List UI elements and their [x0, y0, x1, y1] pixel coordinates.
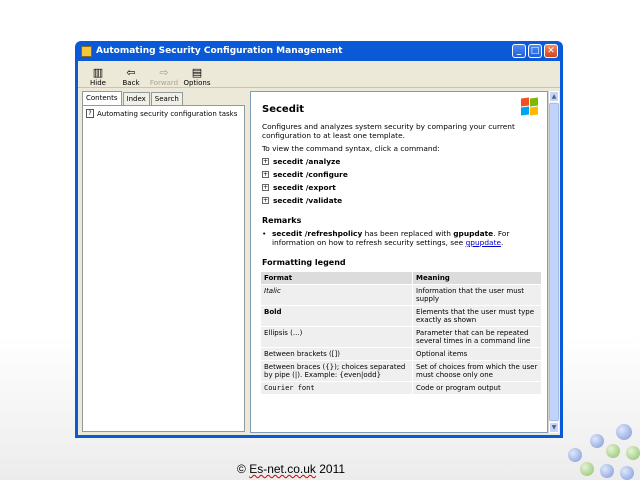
pane-splitter[interactable]: [246, 91, 249, 433]
column-header-meaning: Meaning: [413, 272, 541, 284]
bubble-decoration: [626, 446, 640, 460]
format-cell: Between braces ({}); choices separated b…: [261, 361, 412, 381]
meaning-cell: Information that the user must supply: [413, 285, 541, 305]
minimize-button[interactable]: _: [512, 44, 526, 58]
format-cell: Courier font: [261, 382, 412, 394]
page-title: Secedit: [262, 104, 305, 115]
remark-command: secedit /refreshpolicy: [272, 229, 363, 238]
options-icon: ▤: [191, 66, 203, 79]
hide-label: Hide: [90, 79, 106, 87]
options-label: Options: [183, 79, 211, 87]
decorative-bubbles: [530, 420, 640, 480]
command-label: secedit /configure: [273, 170, 348, 179]
topic-label: Automating security configuration tasks: [97, 109, 238, 118]
command-label: secedit /validate: [273, 196, 343, 205]
meaning-cell: Code or program output: [413, 382, 541, 394]
table-row: Italic Information that the user must sup…: [261, 285, 541, 305]
bubble-decoration: [606, 444, 620, 458]
intro-text: Configures and analyzes system security …: [262, 122, 515, 140]
meaning-cell: Parameter that can be repeated several t…: [413, 327, 541, 347]
command-label: secedit /analyze: [273, 157, 341, 166]
site-name: Es-net.co.uk: [249, 462, 316, 476]
maximize-button[interactable]: □: [528, 44, 542, 58]
hide-button[interactable]: ▥ Hide: [82, 66, 114, 88]
back-button[interactable]: ⇦ Back: [115, 66, 147, 88]
forward-arrow-icon: ⇨: [159, 66, 169, 79]
help-app-icon: [81, 45, 92, 57]
syntax-intro: To view the command syntax, click a comm…: [262, 144, 440, 153]
format-cell: Italic: [261, 285, 412, 305]
meaning-cell: Elements that the user must type exactly…: [413, 306, 541, 326]
expand-icon: +: [262, 197, 269, 204]
title-bar[interactable]: Automating Security Configuration Manage…: [78, 41, 560, 61]
command-validate[interactable]: + secedit /validate: [262, 196, 542, 205]
nav-tabs: Contents Index Search: [82, 91, 245, 105]
options-button[interactable]: ▤ Options: [181, 66, 213, 88]
copyright-year: 2011: [315, 462, 346, 476]
topic-item[interactable]: ? Automating security configuration task…: [86, 109, 237, 118]
window-title: Automating Security Configuration Manage…: [96, 46, 343, 56]
remarks-heading: Remarks: [262, 216, 302, 225]
close-button[interactable]: ✕: [544, 44, 558, 58]
legend-heading: Formatting legend: [262, 258, 346, 267]
bubble-decoration: [620, 466, 634, 480]
window-client: ▥ Hide ⇦ Back ⇨ Forward ▤ Options Conten…: [78, 61, 560, 435]
format-cell: Ellipsis (...): [261, 327, 412, 347]
expand-icon: +: [262, 171, 269, 178]
column-header-format: Format: [261, 272, 412, 284]
format-cell: Bold: [261, 306, 412, 326]
meaning-cell: Optional items: [413, 348, 541, 360]
remark-gpupdate: gpupdate: [453, 229, 494, 238]
scroll-up-icon[interactable]: ▲: [549, 91, 559, 102]
help-window: Automating Security Configuration Manage…: [75, 41, 563, 438]
bubble-decoration: [580, 462, 594, 476]
tab-contents[interactable]: Contents: [82, 91, 122, 105]
navigation-pane: Contents Index Search ? Automating secur…: [82, 91, 245, 433]
remark-item: • secedit /refreshpolicy has been replac…: [262, 229, 542, 247]
bullet-icon: •: [262, 229, 267, 238]
command-label: secedit /export: [273, 183, 336, 192]
tab-index[interactable]: Index: [122, 92, 150, 105]
forward-label: Forward: [149, 79, 179, 87]
scroll-thumb[interactable]: [549, 103, 559, 421]
format-cell: Between brackets ([]): [261, 348, 412, 360]
contents-tree: ? Automating security configuration task…: [82, 105, 245, 432]
command-analyze[interactable]: + secedit /analyze: [262, 157, 542, 166]
meaning-cell: Set of choices from which the user must …: [413, 361, 541, 381]
topic-content: Secedit Configures and analyzes system s…: [250, 91, 548, 433]
formatting-legend-table: Format Meaning Italic Information that th…: [260, 271, 542, 395]
tab-search[interactable]: Search: [150, 92, 183, 105]
bubble-decoration: [568, 448, 582, 462]
bubble-decoration: [590, 434, 604, 448]
command-configure[interactable]: + secedit /configure: [262, 170, 542, 179]
copyright-footer: © Es-net.co.uk 2011: [237, 462, 345, 476]
expand-icon: +: [262, 184, 269, 191]
remark-text: secedit /refreshpolicy has been replaced…: [272, 229, 542, 247]
table-row: Between brackets ([]) Optional items: [261, 348, 541, 360]
vertical-scrollbar[interactable]: ▲ ▼: [548, 91, 559, 433]
back-arrow-icon: ⇦: [126, 66, 136, 79]
table-row: Bold Elements that the user must type exa…: [261, 306, 541, 326]
table-row: Between braces ({}); choices separated b…: [261, 361, 541, 381]
document-body: Secedit Configures and analyzes system s…: [260, 104, 542, 395]
gpupdate-link[interactable]: gpupdate: [466, 238, 501, 247]
remark-mid: has been replaced with: [362, 229, 454, 238]
back-label: Back: [122, 79, 140, 87]
forward-button[interactable]: ⇨ Forward: [148, 66, 180, 88]
hide-icon: ▥: [92, 66, 104, 79]
help-topic-icon: ?: [86, 109, 94, 118]
bubble-decoration: [600, 464, 614, 478]
toolbar: ▥ Hide ⇦ Back ⇨ Forward ▤ Options: [78, 61, 560, 88]
expand-icon: +: [262, 158, 269, 165]
copyright-symbol: ©: [237, 462, 250, 476]
command-export[interactable]: + secedit /export: [262, 183, 542, 192]
table-header-row: Format Meaning: [261, 272, 541, 284]
table-row: Ellipsis (...) Parameter that can be repe…: [261, 327, 541, 347]
bubble-decoration: [616, 424, 632, 440]
table-row: Courier font Code or program output: [261, 382, 541, 394]
remark-end: .: [501, 238, 504, 247]
